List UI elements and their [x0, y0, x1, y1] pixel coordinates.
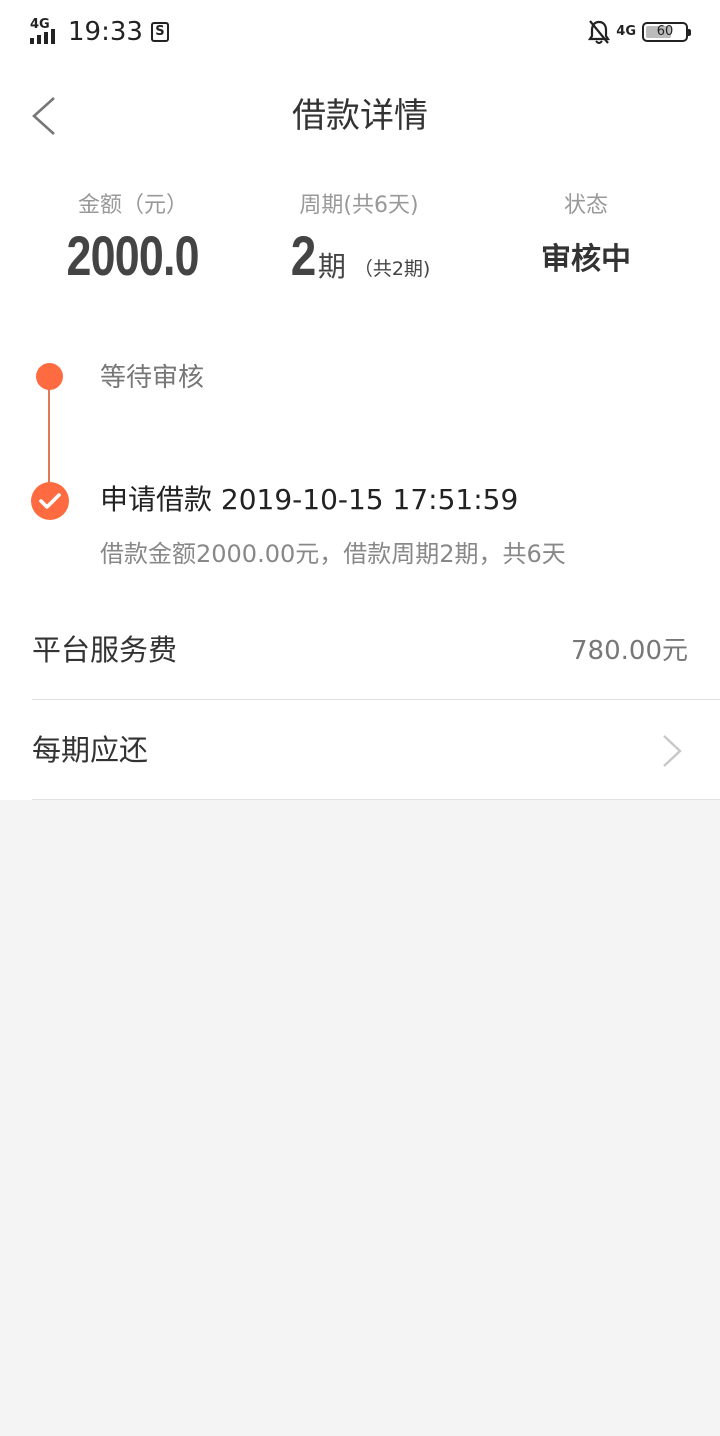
status-bar-right: 4G 60	[588, 18, 691, 46]
check-icon	[31, 482, 69, 520]
network-type-right: 4G	[616, 24, 636, 39]
timeline-connector	[48, 376, 50, 492]
period-column: 周期(共6天) 2 期 （共2期)	[239, 188, 479, 294]
amount-value: 2000.0	[66, 224, 200, 287]
chevron-right-icon	[663, 735, 682, 767]
status-column: 状态 审核中	[466, 188, 706, 294]
nav-bar: 借款详情	[0, 76, 720, 156]
divider	[32, 799, 720, 800]
amount-column: 金额（元） 2000.0	[13, 188, 253, 294]
status-value: 审核中	[541, 242, 631, 277]
loan-summary: 金额（元） 2000.0 周期(共6天) 2 期 （共2期) 状态 审核中	[0, 188, 720, 308]
app-notification-icon: S	[150, 22, 169, 42]
status-label: 状态	[563, 193, 608, 218]
status-time: 19:33	[68, 17, 143, 47]
timeline-step-applied: 申请借款 2019-10-15 17:51:59	[100, 483, 519, 516]
timeline-dot-icon	[36, 363, 63, 390]
service-fee-row: 平台服务费 780.00元	[0, 600, 720, 700]
service-fee-value: 780.00元	[571, 636, 688, 666]
per-period-repayment-row[interactable]: 每期应还	[0, 700, 720, 800]
period-label: 周期(共6天)	[299, 193, 419, 218]
service-fee-label: 平台服务费	[32, 633, 178, 667]
period-unit: 期	[317, 250, 346, 283]
period-value: 2	[290, 224, 316, 287]
timeline-step-detail: 借款金额2000.00元，借款周期2期，共6天	[100, 540, 566, 568]
signal-icon: 4G	[30, 18, 62, 46]
per-period-label: 每期应还	[32, 733, 149, 767]
amount-label: 金额（元）	[77, 193, 188, 218]
status-bar: 4G 19:33 S 4G 60	[0, 0, 720, 66]
period-total: （共2期)	[353, 258, 431, 280]
battery-icon: 60	[642, 22, 691, 42]
bell-off-icon	[588, 19, 611, 45]
page-title: 借款详情	[292, 96, 428, 136]
timeline-step-pending: 等待审核	[100, 363, 205, 393]
battery-level: 60	[656, 24, 674, 39]
progress-timeline: 等待审核 申请借款 2019-10-15 17:51:59 借款金额2000.0…	[0, 350, 720, 590]
status-bar-left: 4G 19:33 S	[30, 16, 169, 48]
